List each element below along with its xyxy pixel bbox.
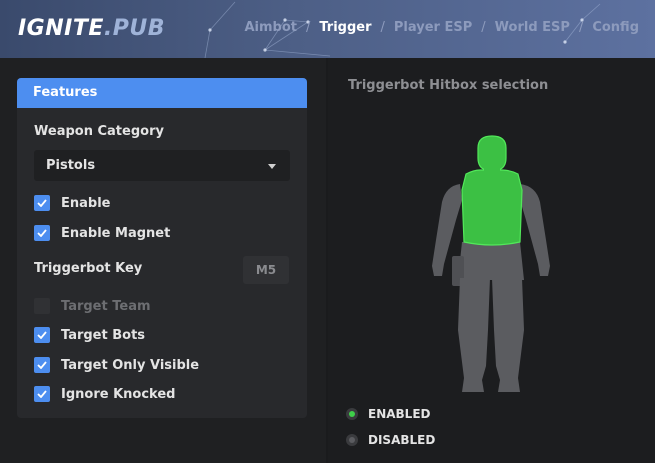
target-only-visible-checkbox[interactable] — [34, 357, 50, 373]
weapon-category-label: Weapon Category — [34, 124, 164, 139]
hitbox-pelvis[interactable] — [458, 242, 524, 280]
hitbox-selection-title: Triggerbot Hitbox selection — [348, 78, 549, 93]
features-header: Features — [17, 78, 307, 108]
nav-separator: / — [578, 20, 584, 35]
hitbox-chest[interactable] — [461, 169, 523, 246]
checkmark-icon — [37, 361, 47, 369]
hitbox-head[interactable] — [477, 135, 507, 171]
target-only-visible-label: Target Only Visible — [61, 357, 200, 373]
legend-disabled: DISABLED — [346, 433, 435, 447]
nav-separator: / — [380, 20, 385, 35]
enable-checkbox-row[interactable]: Enable — [34, 194, 111, 212]
logo-main: IGNITE — [18, 16, 104, 41]
checkmark-icon — [37, 229, 47, 237]
target-team-label: Target Team — [61, 298, 151, 314]
weapon-category-dropdown[interactable]: Pistols — [34, 150, 290, 181]
enable-magnet-checkbox[interactable] — [34, 225, 50, 241]
legend-enabled-label: ENABLED — [368, 407, 431, 421]
features-card: Features Weapon Category Pistols Enable … — [17, 78, 307, 418]
hitbox-left-leg[interactable] — [458, 278, 490, 392]
target-team-checkbox[interactable] — [34, 298, 50, 314]
target-only-visible-checkbox-row[interactable]: Target Only Visible — [34, 356, 199, 374]
main-nav: Aimbot / Trigger / Player ESP / World ES… — [244, 20, 655, 35]
enable-label: Enable — [61, 195, 111, 211]
hitbox-right-arm[interactable] — [520, 184, 550, 276]
enabled-dot-icon — [346, 408, 358, 420]
enable-magnet-checkbox-row[interactable]: Enable Magnet — [34, 224, 170, 242]
triggerbot-key-button[interactable]: M5 — [243, 256, 289, 284]
hitbox-body-figure — [432, 135, 550, 392]
ignore-knocked-checkbox[interactable] — [34, 386, 50, 402]
hitbox-right-leg[interactable] — [492, 278, 524, 392]
right-panel: Triggerbot Hitbox selection ENABLED DISA… — [328, 58, 655, 463]
tab-aimbot[interactable]: Aimbot — [244, 20, 297, 35]
hitbox-neck — [484, 166, 500, 172]
legend-enabled: ENABLED — [346, 407, 430, 421]
nav-separator: / — [305, 20, 311, 35]
tab-config[interactable]: Config — [592, 20, 639, 35]
ignore-knocked-label: Ignore Knocked — [61, 386, 176, 402]
weapon-category-value: Pistols — [46, 158, 96, 173]
ignore-knocked-checkbox-row[interactable]: Ignore Knocked — [34, 385, 175, 403]
app-logo: IGNITE.PUB — [18, 16, 165, 41]
tab-player-esp[interactable]: Player ESP — [394, 20, 472, 35]
tab-trigger[interactable]: Trigger — [319, 20, 371, 35]
checkmark-icon — [37, 331, 47, 339]
target-team-checkbox-row[interactable]: Target Team — [34, 297, 151, 315]
target-bots-checkbox-row[interactable]: Target Bots — [34, 326, 145, 344]
checkmark-icon — [37, 199, 47, 207]
legend-disabled-label: DISABLED — [368, 433, 436, 447]
target-bots-label: Target Bots — [61, 327, 146, 343]
chevron-down-icon — [268, 164, 276, 169]
nav-separator: / — [481, 20, 486, 35]
header-bar: IGNITE.PUB Aimbot / Trigger / Player ESP… — [0, 0, 655, 58]
enable-checkbox[interactable] — [34, 195, 50, 211]
logo-suffix: .PUB — [103, 16, 166, 41]
checkmark-icon — [37, 390, 47, 398]
disabled-dot-icon — [346, 434, 358, 446]
triggerbot-key-label: Triggerbot Key — [34, 261, 143, 276]
left-panel: Features Weapon Category Pistols Enable … — [0, 58, 326, 463]
target-bots-checkbox[interactable] — [34, 327, 50, 343]
tab-world-esp[interactable]: World ESP — [495, 20, 570, 35]
enable-magnet-label: Enable Magnet — [61, 225, 171, 241]
